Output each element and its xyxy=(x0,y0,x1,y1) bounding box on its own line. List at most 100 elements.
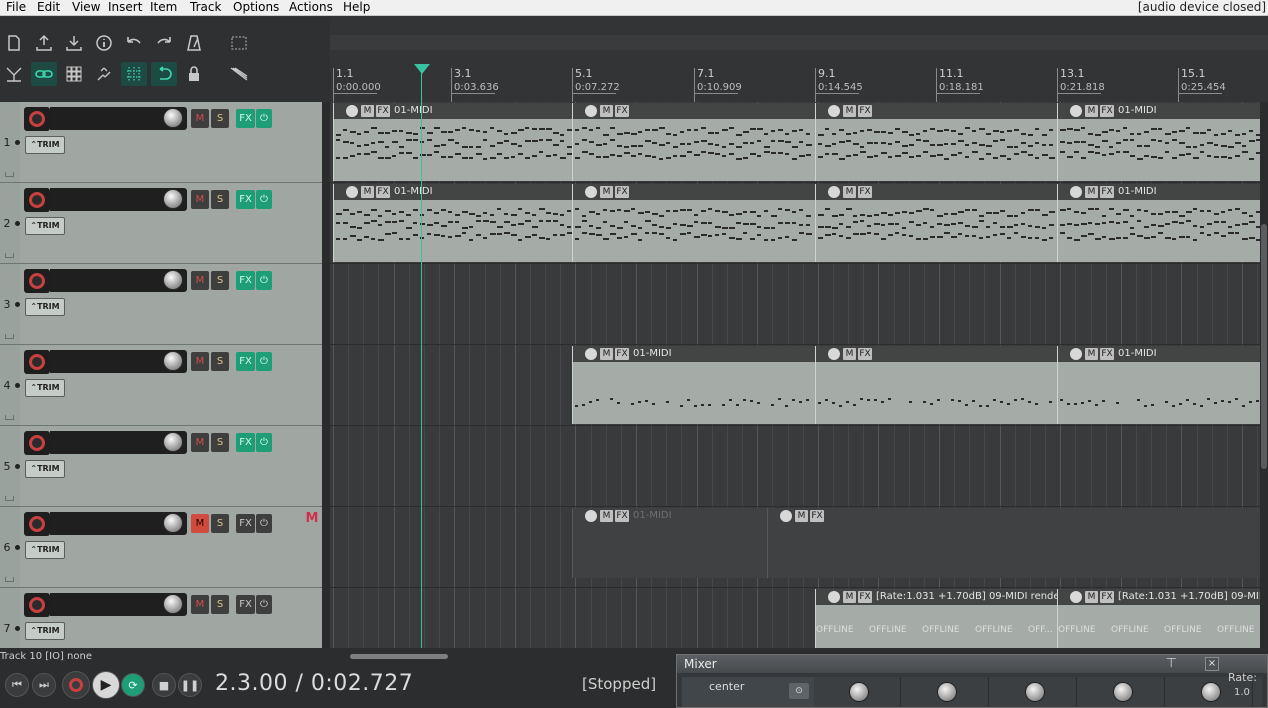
item-mute-button[interactable]: M xyxy=(600,105,613,117)
solo-button[interactable]: S xyxy=(211,514,229,533)
media-item[interactable]: M FX xyxy=(572,103,815,181)
metronome-icon[interactable] xyxy=(181,31,207,55)
media-item[interactable]: M FX [Rate:1.031 +1.70dB] 09-MIDI r OFFLI… xyxy=(1057,589,1268,648)
item-lock-icon[interactable] xyxy=(585,510,597,522)
solo-button[interactable]: S xyxy=(211,109,229,128)
ripple-edit-icon[interactable] xyxy=(1,62,27,86)
track-row[interactable]: 6 M S FX ⏻ ⌃TRIM xyxy=(0,507,322,588)
vertical-scrollbar-thumb[interactable] xyxy=(1261,224,1267,469)
item-mute-button[interactable]: M xyxy=(843,591,856,603)
item-lock-icon[interactable] xyxy=(346,186,358,198)
fx-button[interactable]: FX xyxy=(236,514,255,533)
volume-knob[interactable] xyxy=(163,270,183,290)
menu-track[interactable]: Track xyxy=(186,0,225,16)
fx-bypass-button[interactable]: ⏻ xyxy=(256,433,272,452)
play-button[interactable]: ▶ xyxy=(92,671,120,699)
rate-value[interactable]: 1.0 xyxy=(1234,687,1250,698)
solo-button[interactable]: S xyxy=(211,433,229,452)
playhead-marker-icon[interactable] xyxy=(414,64,430,74)
item-mute-button[interactable]: M xyxy=(1085,186,1098,198)
media-item[interactable]: M FX xyxy=(815,184,1057,262)
menu-view[interactable]: View xyxy=(68,0,104,16)
folder-icon[interactable] xyxy=(5,415,14,420)
item-fx-button[interactable]: FX xyxy=(615,186,629,198)
item-fx-button[interactable]: FX xyxy=(615,105,629,117)
item-header[interactable]: M FX 01-MIDI xyxy=(334,103,572,119)
trim-envelope-button[interactable]: ⌃TRIM xyxy=(25,541,65,559)
save-project-icon[interactable] xyxy=(61,31,87,55)
fx-button[interactable]: FX xyxy=(236,190,255,209)
item-mute-button[interactable]: M xyxy=(361,186,374,198)
mute-button[interactable]: M xyxy=(191,595,209,614)
item-header[interactable]: M FX xyxy=(816,103,1057,119)
pause-button[interactable]: ❚❚ xyxy=(178,673,202,697)
media-item[interactable]: M FX 01-MIDI xyxy=(1057,103,1260,181)
solo-button[interactable]: S xyxy=(211,271,229,290)
volume-knob[interactable] xyxy=(163,189,183,209)
record-arm-button[interactable] xyxy=(24,188,50,212)
mute-button[interactable]: M xyxy=(191,190,209,209)
record-arm-button[interactable] xyxy=(24,512,50,536)
item-fx-button[interactable]: FX xyxy=(1100,348,1114,360)
tcp-divider[interactable] xyxy=(322,102,330,648)
trim-envelope-button[interactable]: ⌃TRIM xyxy=(25,379,65,397)
item-fx-button[interactable]: FX xyxy=(1100,591,1114,603)
track-row[interactable]: 1 M S FX ⏻ ⌃TRIM xyxy=(0,102,322,183)
volume-knob[interactable] xyxy=(163,351,183,371)
track-lane[interactable] xyxy=(330,264,1268,345)
track-lane[interactable] xyxy=(330,426,1268,507)
fx-bypass-button[interactable]: ⏻ xyxy=(256,190,272,209)
playhead-cursor[interactable] xyxy=(421,64,422,648)
item-mute-button[interactable]: M xyxy=(795,510,808,522)
item-header[interactable]: M FX 01-MIDI xyxy=(573,508,767,524)
item-lock-icon[interactable] xyxy=(1070,105,1082,117)
fx-bypass-button[interactable]: ⏻ xyxy=(256,595,272,614)
mute-button[interactable]: M xyxy=(191,514,209,533)
item-lock-icon[interactable] xyxy=(828,186,840,198)
pan-knob[interactable] xyxy=(849,682,869,702)
item-fx-button[interactable]: FX xyxy=(615,348,629,360)
track-row[interactable]: 7 M S FX ⏻ ⌃TRIM xyxy=(0,588,322,648)
menu-help[interactable]: Help xyxy=(339,0,374,16)
item-header[interactable]: M FX xyxy=(573,184,815,200)
fx-button[interactable]: FX xyxy=(236,271,255,290)
item-lock-icon[interactable] xyxy=(828,591,840,603)
media-item[interactable]: M FX xyxy=(815,346,1057,424)
item-header[interactable]: M FX xyxy=(816,346,1057,362)
item-lock-icon[interactable] xyxy=(780,510,792,522)
pin-icon[interactable]: ⊤ xyxy=(1166,656,1177,671)
record-arm-button[interactable] xyxy=(24,269,50,293)
item-mute-button[interactable]: M xyxy=(1085,591,1098,603)
loop-icon[interactable] xyxy=(151,62,177,86)
media-item[interactable]: M FX 01-MIDI xyxy=(1057,346,1260,424)
redo-icon[interactable] xyxy=(151,31,177,55)
folder-icon[interactable] xyxy=(5,172,14,177)
fx-button[interactable]: FX xyxy=(236,352,255,371)
volume-knob[interactable] xyxy=(163,513,183,533)
go-to-start-button[interactable]: ⏮ xyxy=(5,673,29,697)
media-item[interactable]: M FX [Rate:1.031 +1.70dB] 09-MIDI render… xyxy=(815,589,1057,648)
item-lock-icon[interactable] xyxy=(346,105,358,117)
media-item[interactable]: M FX 01-MIDI xyxy=(333,103,572,181)
trim-envelope-button[interactable]: ⌃TRIM xyxy=(25,136,65,154)
track-row[interactable]: 3 M S FX ⏻ ⌃TRIM xyxy=(0,264,322,345)
item-fx-button[interactable]: FX xyxy=(810,510,824,522)
record-arm-button[interactable] xyxy=(24,107,50,131)
media-item[interactable]: M FX 01-MIDI xyxy=(572,508,767,578)
item-header[interactable]: M FX xyxy=(573,103,815,119)
item-header[interactable]: M FX 01-MIDI xyxy=(1058,346,1260,362)
mute-button[interactable]: M xyxy=(191,271,209,290)
item-header[interactable]: M FX xyxy=(768,508,1268,524)
grid-lines-icon[interactable] xyxy=(121,62,147,86)
item-fx-button[interactable]: FX xyxy=(615,510,629,522)
record-arm-button[interactable] xyxy=(24,431,50,455)
solo-button[interactable]: S xyxy=(211,595,229,614)
item-mute-button[interactable]: M xyxy=(843,105,856,117)
item-header[interactable]: M FX [Rate:1.031 +1.70dB] 09-MIDI render… xyxy=(816,589,1057,605)
track-row[interactable]: 4 M S FX ⏻ ⌃TRIM xyxy=(0,345,322,426)
folder-icon[interactable] xyxy=(5,577,14,582)
menu-options[interactable]: Options xyxy=(229,0,283,16)
mute-button[interactable]: M xyxy=(191,352,209,371)
item-fx-button[interactable]: FX xyxy=(858,348,872,360)
item-lock-icon[interactable] xyxy=(585,105,597,117)
